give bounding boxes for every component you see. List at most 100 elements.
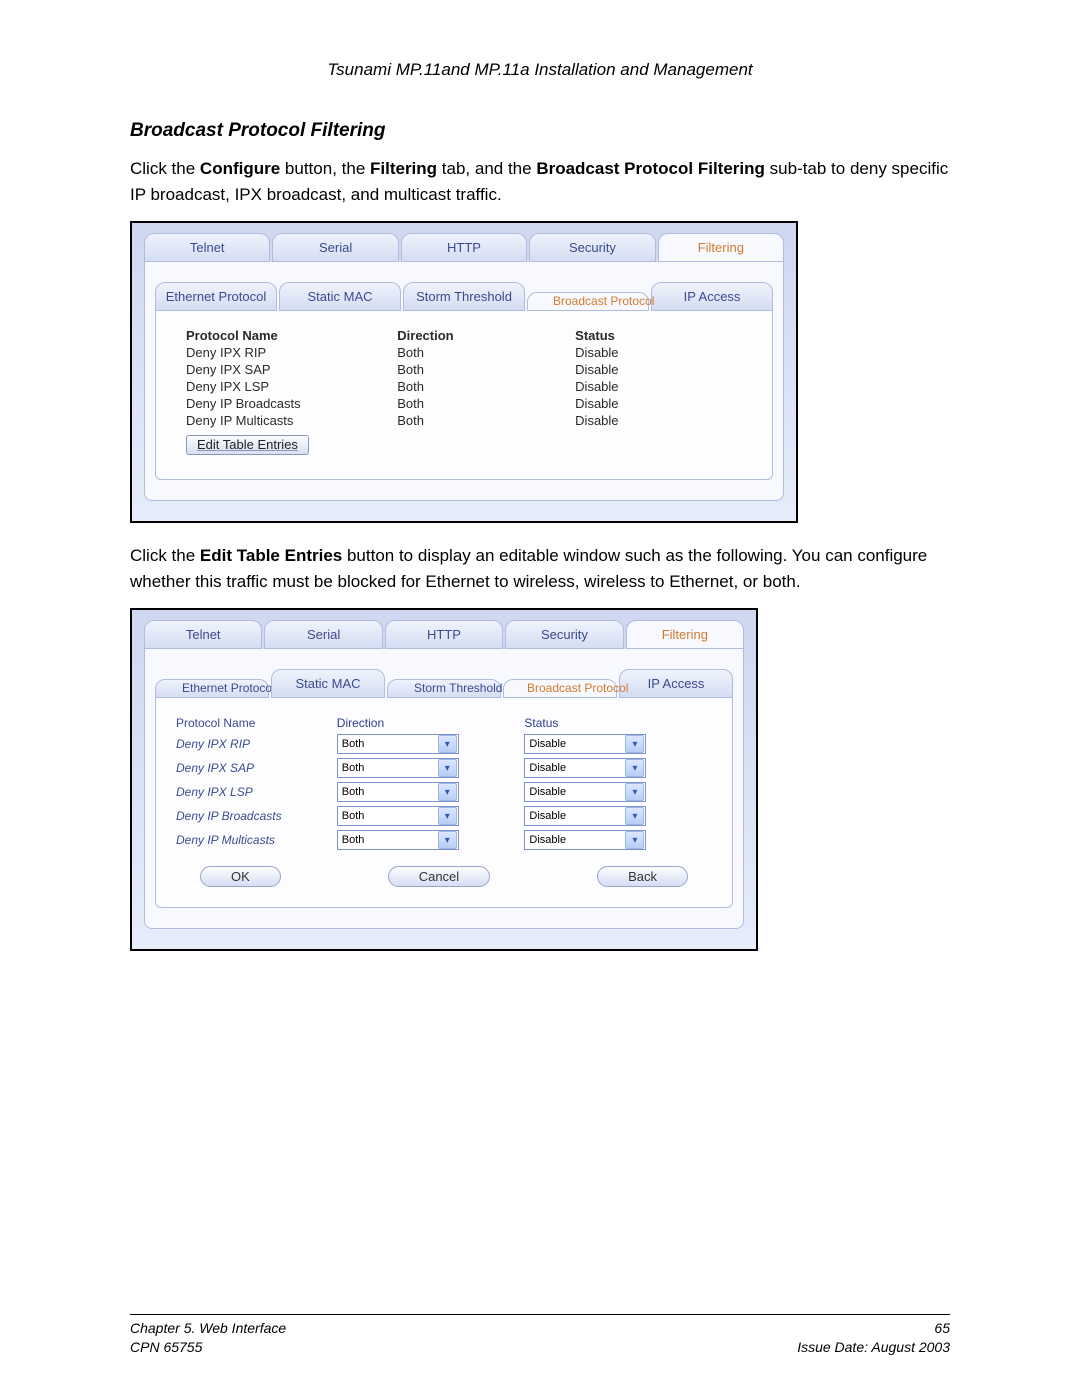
table-row: Deny IPX LSPBothDisable: [186, 378, 742, 395]
chevron-down-icon: ▾: [438, 783, 457, 801]
subtab-storm-threshold[interactable]: Storm Threshold: [387, 679, 501, 698]
cell-dir: Both: [397, 396, 575, 411]
direction-select[interactable]: Both▾: [337, 758, 459, 778]
col-protocol-name: Protocol Name: [186, 328, 397, 343]
p1-a: Click the: [130, 159, 200, 178]
direction-value: Both: [338, 786, 437, 798]
protocol-table-1: Protocol Name Direction Status Deny IPX …: [186, 327, 742, 429]
direction-select[interactable]: Both▾: [337, 782, 459, 802]
chevron-down-icon: ▾: [625, 831, 644, 849]
table-row: Deny IPX SAP Both▾ Disable▾: [176, 756, 712, 780]
table-row: Deny IPX RIP Both▾ Disable▾: [176, 732, 712, 756]
p2-b: Edit Table Entries: [200, 546, 342, 565]
status-select[interactable]: Disable▾: [524, 758, 646, 778]
col-status: Status: [575, 328, 742, 343]
direction-select[interactable]: Both▾: [337, 806, 459, 826]
cell-dir: Both: [397, 379, 575, 394]
cell-status: Disable: [575, 396, 742, 411]
status-value: Disable: [525, 762, 624, 774]
status-value: Disable: [525, 834, 624, 846]
paragraph-2: Click the Edit Table Entries button to d…: [130, 543, 950, 594]
cell-name: Deny IPX SAP: [176, 761, 337, 775]
footer-chapter: Chapter 5. Web Interface: [130, 1319, 286, 1338]
table-panel-1: Protocol Name Direction Status Deny IPX …: [155, 311, 773, 480]
tab-telnet[interactable]: Telnet: [144, 233, 270, 262]
back-button[interactable]: Back: [597, 866, 688, 887]
cell-name: Deny IP Multicasts: [186, 413, 397, 428]
tab-filtering[interactable]: Filtering: [626, 620, 744, 649]
table-row: Deny IP Broadcasts Both▾ Disable▾: [176, 804, 712, 828]
direction-value: Both: [338, 810, 437, 822]
table-row: Deny IP BroadcastsBothDisable: [186, 395, 742, 412]
direction-value: Both: [338, 762, 437, 774]
tab-telnet[interactable]: Telnet: [144, 620, 262, 649]
chevron-down-icon: ▾: [438, 807, 457, 825]
doc-header: Tsunami MP.11and MP.11a Installation and…: [130, 60, 950, 80]
footer-page-number: 65: [797, 1319, 950, 1338]
main-tab-row-2: Telnet Serial HTTP Security Filtering: [144, 620, 744, 649]
edit-table-entries-button[interactable]: Edit Table Entries: [186, 435, 309, 455]
status-value: Disable: [525, 738, 624, 750]
col-direction: Direction: [337, 716, 525, 730]
tab-serial[interactable]: Serial: [264, 620, 382, 649]
cancel-button[interactable]: Cancel: [388, 866, 490, 887]
p1-b: Configure: [200, 159, 280, 178]
subtab-ethernet-protocol[interactable]: Ethernet Protocol: [155, 679, 269, 698]
table-row: Deny IPX SAPBothDisable: [186, 361, 742, 378]
tab-security[interactable]: Security: [505, 620, 623, 649]
tab-http[interactable]: HTTP: [401, 233, 527, 262]
chevron-down-icon: ▾: [625, 807, 644, 825]
direction-select[interactable]: Both▾: [337, 830, 459, 850]
tab-filtering[interactable]: Filtering: [658, 233, 784, 262]
sub-tab-row-2: Ethernet Protocol Static MAC Storm Thres…: [155, 669, 733, 698]
status-value: Disable: [525, 786, 624, 798]
p1-d: Filtering: [370, 159, 437, 178]
status-value: Disable: [525, 810, 624, 822]
cell-name: Deny IPX RIP: [186, 345, 397, 360]
cell-name: Deny IPX RIP: [176, 737, 337, 751]
direction-value: Both: [338, 834, 437, 846]
table-row: Deny IP Multicasts Both▾ Disable▾: [176, 828, 712, 852]
status-select[interactable]: Disable▾: [524, 782, 646, 802]
subtab-broadcast-protocol[interactable]: Broadcast Protocol: [527, 292, 649, 311]
table-row: Deny IPX RIPBothDisable: [186, 344, 742, 361]
subtab-broadcast-protocol[interactable]: Broadcast Protocol: [503, 679, 617, 698]
cell-name: Deny IP Broadcasts: [186, 396, 397, 411]
ok-button[interactable]: OK: [200, 866, 281, 887]
subtab-static-mac[interactable]: Static MAC: [271, 669, 385, 698]
status-select[interactable]: Disable▾: [524, 806, 646, 826]
cell-name: Deny IP Multicasts: [176, 833, 337, 847]
subtab-ip-access[interactable]: IP Access: [619, 669, 733, 698]
cell-name: Deny IPX LSP: [176, 785, 337, 799]
subtab-bp-label: Broadcast Protocol: [553, 295, 623, 307]
subtab-ip-access[interactable]: IP Access: [651, 282, 773, 311]
cell-dir: Both: [397, 345, 575, 360]
subpanel-1: Ethernet Protocol Static MAC Storm Thres…: [144, 262, 784, 501]
col-direction: Direction: [397, 328, 575, 343]
screenshot-panel-2: Telnet Serial HTTP Security Filtering Et…: [130, 608, 758, 951]
cell-name: Deny IP Broadcasts: [176, 809, 337, 823]
status-select[interactable]: Disable▾: [524, 830, 646, 850]
subtab-static-mac[interactable]: Static MAC: [279, 282, 401, 311]
cell-status: Disable: [575, 345, 742, 360]
footer-issue-date: Issue Date: August 2003: [797, 1338, 950, 1357]
cell-dir: Both: [397, 362, 575, 377]
subtab-bp-label: Broadcast Protocol: [527, 682, 593, 694]
tab-security[interactable]: Security: [529, 233, 655, 262]
protocol-table-2: Protocol Name Direction Status Deny IPX …: [176, 714, 712, 852]
button-row: OK Cancel Back: [176, 866, 712, 887]
table-row: Deny IPX LSP Both▾ Disable▾: [176, 780, 712, 804]
tab-http[interactable]: HTTP: [385, 620, 503, 649]
col-protocol-name: Protocol Name: [176, 716, 337, 730]
table-panel-2: Protocol Name Direction Status Deny IPX …: [155, 698, 733, 908]
cell-status: Disable: [575, 413, 742, 428]
tab-serial[interactable]: Serial: [272, 233, 398, 262]
subpanel-2: Ethernet Protocol Static MAC Storm Thres…: [144, 649, 744, 929]
subtab-storm-threshold[interactable]: Storm Threshold: [403, 282, 525, 311]
p1-c: button, the: [280, 159, 370, 178]
subtab-ethernet-protocol[interactable]: Ethernet Protocol: [155, 282, 277, 311]
status-select[interactable]: Disable▾: [524, 734, 646, 754]
chevron-down-icon: ▾: [438, 759, 457, 777]
direction-select[interactable]: Both▾: [337, 734, 459, 754]
screenshot-panel-1: Telnet Serial HTTP Security Filtering Et…: [130, 221, 798, 523]
